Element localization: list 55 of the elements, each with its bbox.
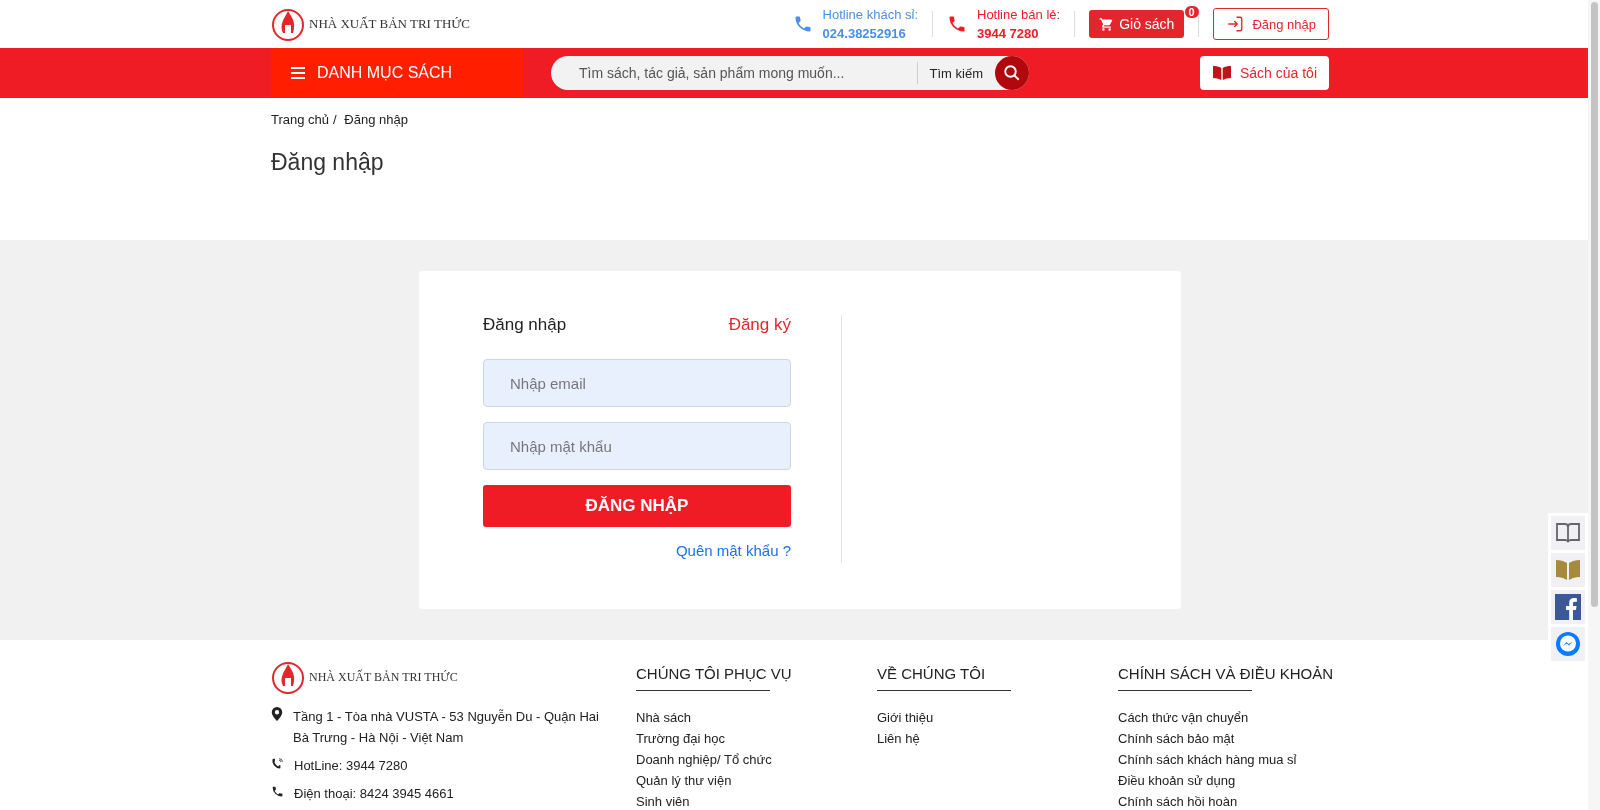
hotline-label: Hotline bán lẻ:: [977, 7, 1061, 22]
page-title: Đăng nhập: [271, 149, 385, 176]
footer-link[interactable]: Giới thiệu: [877, 707, 1118, 728]
sign-in-icon: [1226, 15, 1245, 33]
footer-link[interactable]: Trường đại học: [636, 728, 877, 749]
form-tab[interactable]: Đăng nhập: [483, 315, 567, 335]
open-book-outline-icon[interactable]: [1555, 521, 1581, 545]
cart-count-badge: 0: [1183, 5, 1200, 19]
footer-link[interactable]: Chính sách hồi hoàn: [1118, 791, 1334, 810]
book-icon: [1211, 65, 1232, 81]
search-bar[interactable]: Tìm sách, tác giả, sản phẩm mong muốn... Tìm kiếm: [551, 56, 1029, 90]
email-field[interactable]: Nhập email: [483, 359, 791, 407]
brand-name: NHÀ XUẤT BẢN TRI THỨC: [309, 669, 458, 685]
flame-logo-icon: [271, 7, 305, 41]
my-books-button[interactable]: Sách của tôi: [1199, 56, 1329, 90]
footer-heading: CHÚNG TÔI PHỤC VỤ: [636, 664, 792, 684]
search-button[interactable]: [995, 56, 1029, 90]
footer-link[interactable]: Nhà sách: [636, 707, 877, 728]
footer-link[interactable]: Cách thức vận chuyển: [1118, 707, 1334, 728]
brand-name: NHÀ XUẤT BẢN TRI THỨC: [309, 16, 471, 32]
footer-heading: VỀ CHÚNG TÔI: [877, 664, 986, 684]
messenger-icon[interactable]: [1555, 631, 1581, 657]
search-label[interactable]: Tìm kiếm: [917, 65, 995, 81]
footer-heading: CHÍNH SÁCH VÀ ĐIỀU KHOẢN: [1118, 664, 1334, 684]
contact-text: Điện thoại: 8424 3945 4661: [294, 785, 454, 803]
footer-link[interactable]: Sinh viên: [636, 791, 877, 810]
hotline-label: Hotline khách sỉ:: [822, 7, 918, 22]
map-pin-icon: [271, 707, 283, 721]
book-icon[interactable]: [1555, 558, 1581, 582]
login-button[interactable]: Đăng nhập: [1213, 8, 1329, 40]
footer-link[interactable]: Điều khoản sử dụng: [1118, 770, 1334, 791]
category-menu-button[interactable]: DANH MỤC SÁCH: [271, 48, 523, 98]
contact-text: HotLine: 3944 7280: [294, 757, 408, 775]
cart-icon: [1099, 16, 1115, 32]
breadcrumb-separator: /: [333, 112, 337, 127]
password-field[interactable]: Nhập mật khẩu: [483, 422, 791, 470]
footer-link[interactable]: Liên hệ: [877, 728, 1118, 749]
menu-icon: [291, 67, 305, 79]
cart-button[interactable]: Giỏ sách: [1089, 10, 1185, 38]
hotline-number[interactable]: 3944 7280: [977, 26, 1061, 41]
search-icon: [1003, 64, 1021, 82]
facebook-icon[interactable]: [1555, 594, 1581, 620]
phone-icon: [271, 785, 284, 798]
footer-link[interactable]: Doanh nghiệp/ Tổ chức: [636, 749, 877, 770]
search-field[interactable]: Tìm sách, tác giả, sản phẩm mong muốn...: [551, 65, 917, 81]
flame-logo-icon: [271, 660, 305, 694]
contact-text: Tầng 1 - Tòa nhà VUSTA - 53 Nguyễn Du - Quận Hai Bà Trưng - Hà Nội - Việt Nam: [293, 708, 600, 747]
footer-link[interactable]: Chính sách bảo mật: [1118, 728, 1334, 749]
footer-link[interactable]: Chính sách khách hàng mua sỉ: [1118, 749, 1334, 770]
phone-ringing-icon: [271, 757, 284, 770]
footer-link[interactable]: Quản lý thư viện: [636, 770, 877, 791]
forgot-password-link[interactable]: Quên mật khẩu ?: [675, 542, 791, 559]
submit-button[interactable]: ĐĂNG NHẬP: [483, 485, 791, 527]
form-tab[interactable]: Đăng ký: [728, 315, 791, 335]
breadcrumb-link[interactable]: Trang chủ: [271, 112, 330, 127]
